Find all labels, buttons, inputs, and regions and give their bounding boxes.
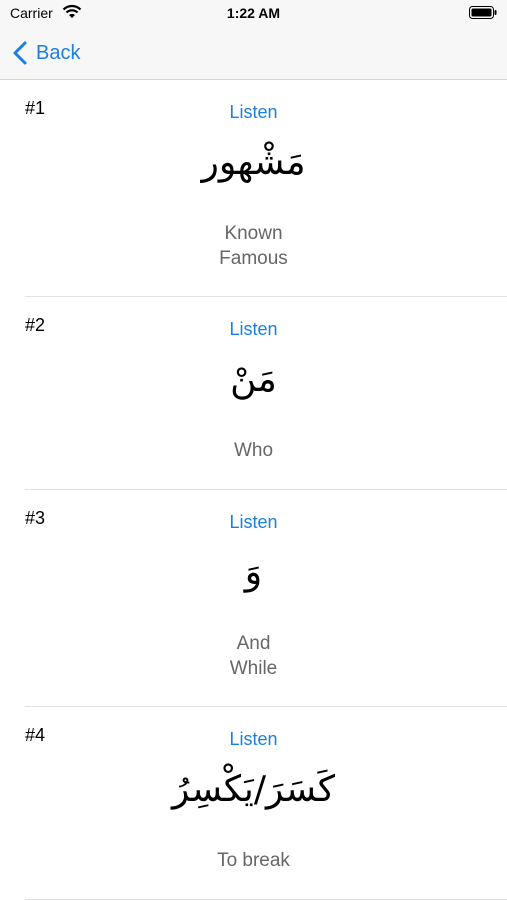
back-button[interactable]: Back [12, 38, 80, 68]
word-meaning: Who [0, 438, 507, 463]
arabic-word: مَشْهور [201, 142, 306, 183]
battery-icon [469, 6, 497, 19]
meaning-line: Known [224, 223, 283, 244]
list-item: #3 Listen وَ And While [0, 490, 507, 707]
listen-button[interactable]: Listen [0, 729, 507, 750]
meaning-line: And [236, 633, 271, 654]
meaning-line: Famous [219, 248, 288, 269]
meaning-line: To break [217, 850, 290, 871]
status-bar: Carrier 1:22 AM [0, 0, 507, 28]
list-item: #1 Listen مَشْهور Known Famous [0, 80, 507, 297]
meaning-line: Who [233, 440, 274, 461]
chevron-left-icon [13, 41, 27, 65]
word-meaning: Known Famous [0, 221, 507, 271]
status-time: 1:22 AM [226, 5, 281, 21]
word-list: #1 Listen مَشْهور Known Famous #2 Listen… [0, 80, 507, 900]
word-meaning: And While [0, 631, 507, 681]
word-meaning: To break [0, 848, 507, 873]
listen-button[interactable]: Listen [0, 512, 507, 533]
list-item: #2 Listen مَنْ Who [0, 297, 507, 490]
meaning-line: While [229, 658, 278, 679]
back-label[interactable]: Back [36, 42, 80, 65]
arabic-word: مَنْ [230, 359, 277, 400]
navigation-bar: Back [0, 28, 507, 80]
arabic-word: وَ [244, 552, 263, 593]
list-item: #4 Listen كَسَرَ/يَكْسِرُ To break [0, 707, 507, 900]
listen-button[interactable]: Listen [0, 102, 507, 123]
arabic-word: كَسَرَ/يَكْسِرُ [171, 769, 336, 810]
listen-button[interactable]: Listen [0, 319, 507, 340]
